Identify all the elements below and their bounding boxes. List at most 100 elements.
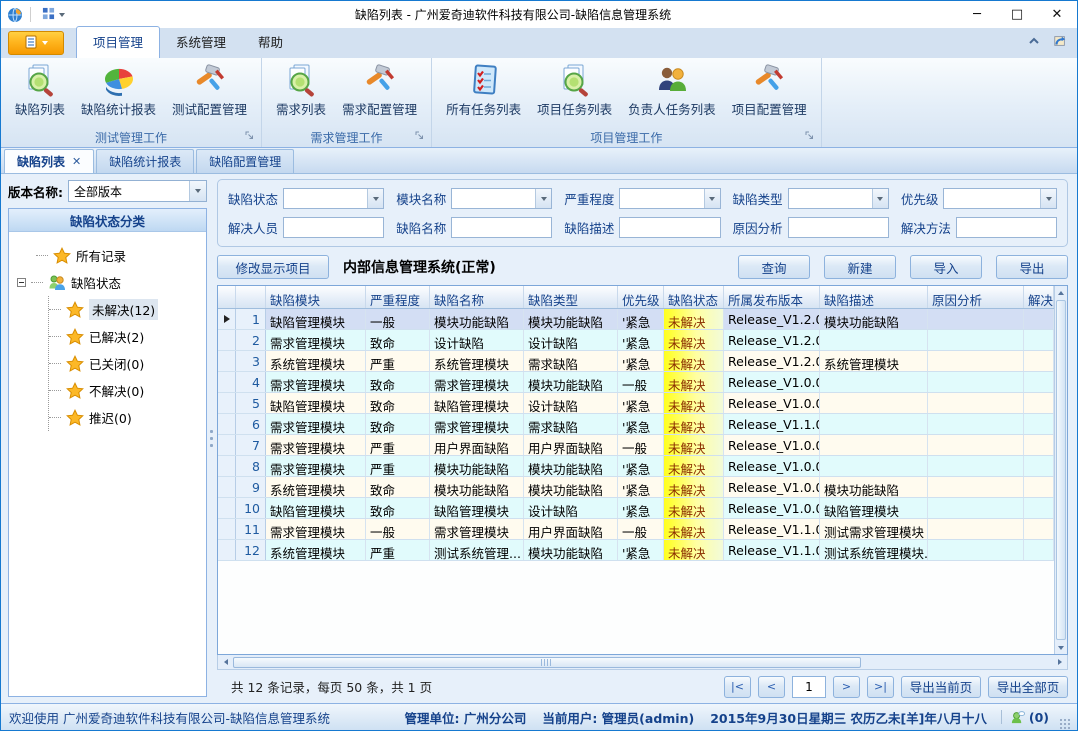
quick-access-button[interactable] [38,5,69,25]
column-header[interactable]: 缺陷名称 [430,286,524,308]
cell-defect-module[interactable]: 系统管理模块 [266,477,366,497]
filter-input[interactable] [452,189,535,208]
cell-solution[interactable] [1024,456,1054,476]
vertical-scrollbar[interactable] [1054,286,1067,654]
filter-input[interactable] [620,218,719,237]
dropdown-arrow-icon[interactable] [535,189,551,208]
table-row[interactable]: 4 需求管理模块 致命 需求管理模块 模块功能缺陷 一般 未解决 Release… [218,372,1054,393]
next-page-button[interactable]: > [833,676,860,698]
cell-severity[interactable]: 致命 [366,372,430,392]
cell-defect-type[interactable]: 设计缺陷 [524,330,618,350]
cell-defect-module[interactable]: 需求管理模块 [266,414,366,434]
cell-defect-name[interactable]: 测试系统管理... [430,540,524,560]
dialog-launcher-button[interactable] [805,129,814,143]
cell-cause-analysis[interactable] [928,498,1024,518]
cell-defect-module[interactable]: 需求管理模块 [266,330,366,350]
cell-priority[interactable]: '紧急 [618,477,664,497]
export-button[interactable]: 导出 [996,255,1068,279]
cell-severity[interactable]: 严重 [366,456,430,476]
cell-severity[interactable]: 严重 [366,435,430,455]
cell-defect-description[interactable] [820,414,928,434]
cell-defect-status[interactable]: 未解决 [664,351,724,371]
cell-solution[interactable] [1024,393,1054,413]
cell-severity[interactable]: 致命 [366,330,430,350]
cell-solution[interactable] [1024,414,1054,434]
cell-priority[interactable]: '紧急 [618,309,664,329]
export-current-page-button[interactable]: 导出当前页 [901,676,981,698]
cell-cause-analysis[interactable] [928,393,1024,413]
column-header[interactable]: 优先级 [618,286,664,308]
new-button[interactable]: 新建 [824,255,896,279]
filter-input[interactable] [957,218,1056,237]
cell-defect-module[interactable]: 缺陷管理模块 [266,498,366,518]
dialog-launcher-button[interactable] [415,129,424,143]
cell-cause-analysis[interactable] [928,435,1024,455]
cell-severity[interactable]: 一般 [366,309,430,329]
scrollbar-thumb[interactable] [1056,300,1066,640]
dropdown-arrow-icon[interactable] [704,189,720,208]
table-row[interactable]: 5 缺陷管理模块 致命 缺陷管理模块 设计缺陷 '紧急 未解决 Release_… [218,393,1054,414]
cell-defect-type[interactable]: 模块功能缺陷 [524,309,618,329]
cell-solution[interactable] [1024,309,1054,329]
cell-defect-type[interactable]: 用户界面缺陷 [524,519,618,539]
cell-defect-name[interactable]: 需求管理模块 [430,414,524,434]
version-combobox[interactable]: 全部版本 [68,180,207,202]
cell-defect-status[interactable]: 未解决 [664,456,724,476]
cell-cause-analysis[interactable] [928,330,1024,350]
cell-release-version[interactable]: Release_V1.0.0 [724,393,820,413]
tree-item-defect-status[interactable]: 缺陷状态 [17,269,202,296]
last-page-button[interactable]: >| [867,676,894,698]
cell-defect-type[interactable]: 用户界面缺陷 [524,435,618,455]
filter-input[interactable] [284,218,383,237]
cell-defect-type[interactable]: 模块功能缺陷 [524,456,618,476]
tree-collapse-icon[interactable] [17,278,26,287]
cell-defect-module[interactable]: 缺陷管理模块 [266,309,366,329]
cell-defect-status[interactable]: 未解决 [664,372,724,392]
close-tab-icon[interactable]: ✕ [72,155,81,168]
filter-textbox[interactable] [788,217,889,238]
scroll-left-icon[interactable] [218,655,233,669]
tree-item-status[interactable]: 已关闭(0) [49,350,202,377]
filter-combobox[interactable] [788,188,889,209]
cell-priority[interactable]: 一般 [618,435,664,455]
online-users-button[interactable] [1010,710,1025,725]
table-row[interactable]: 6 需求管理模块 致命 需求管理模块 需求缺陷 '紧急 未解决 Release_… [218,414,1054,435]
cell-defect-name[interactable]: 模块功能缺陷 [430,477,524,497]
cell-release-version[interactable]: Release_V1.0.0 [724,498,820,518]
cell-release-version[interactable]: Release_V1.2.0 [724,309,820,329]
cell-priority[interactable]: '紧急 [618,393,664,413]
cell-cause-analysis[interactable] [928,351,1024,371]
cell-defect-description[interactable]: 测试需求管理模块 [820,519,928,539]
column-header[interactable]: 解决方法 [1024,286,1054,308]
cell-defect-status[interactable]: 未解决 [664,519,724,539]
cell-release-version[interactable]: Release_V1.0.0 [724,372,820,392]
cell-defect-description[interactable] [820,456,928,476]
filter-combobox[interactable] [283,188,384,209]
cell-release-version[interactable]: Release_V1.0.0 [724,477,820,497]
scrollbar-thumb[interactable] [233,657,861,668]
ribbon-tab-system[interactable]: 系统管理 [160,26,242,58]
filter-input[interactable] [789,218,888,237]
cell-priority[interactable]: '紧急 [618,330,664,350]
cell-release-version[interactable]: Release_V1.1.0 [724,540,820,560]
cell-severity[interactable]: 致命 [366,414,430,434]
cell-release-version[interactable]: Release_V1.1.0 [724,519,820,539]
ribbon-button[interactable]: 项目任务列表 [529,61,620,120]
tree-item-status[interactable]: 不解决(0) [49,377,202,404]
cell-defect-description[interactable]: 缺陷管理模块 [820,498,928,518]
import-button[interactable]: 导入 [910,255,982,279]
dropdown-arrow-icon[interactable] [189,181,206,201]
cell-solution[interactable] [1024,372,1054,392]
ribbon-tab-project[interactable]: 项目管理 [76,26,160,58]
table-row[interactable]: 12 系统管理模块 严重 测试系统管理... 模块功能缺陷 '紧急 未解决 Re… [218,540,1054,561]
cell-solution[interactable] [1024,330,1054,350]
filter-textbox[interactable] [956,217,1057,238]
cell-solution[interactable] [1024,435,1054,455]
cell-defect-type[interactable]: 设计缺陷 [524,393,618,413]
cell-priority[interactable]: '紧急 [618,540,664,560]
cell-defect-name[interactable]: 模块功能缺陷 [430,309,524,329]
cell-solution[interactable] [1024,519,1054,539]
cell-defect-status[interactable]: 未解决 [664,540,724,560]
cell-defect-module[interactable]: 需求管理模块 [266,372,366,392]
filter-input[interactable] [789,189,872,208]
